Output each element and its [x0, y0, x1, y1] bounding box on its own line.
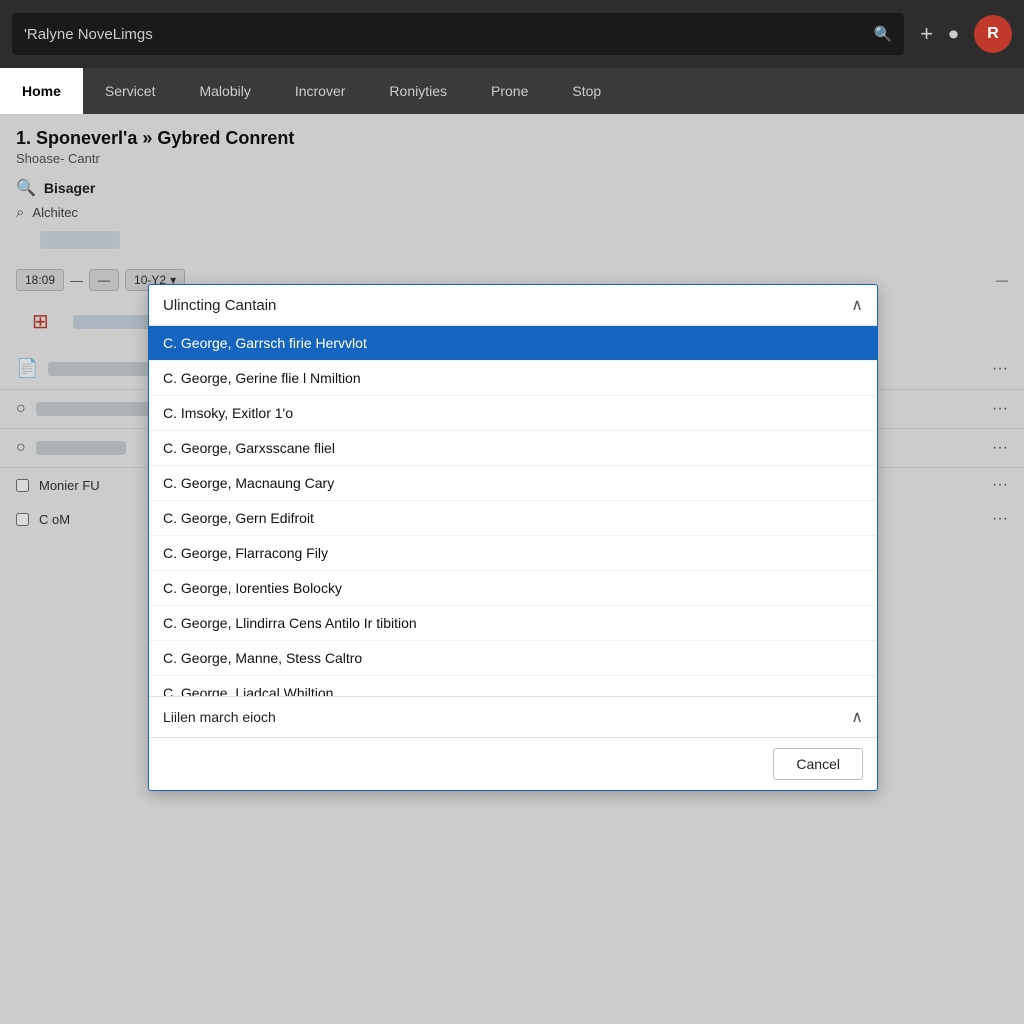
dropdown-footer: Liilen march eioch ∧ [149, 696, 877, 737]
search-box-text: 'Ralyne NoveLimgs [24, 26, 153, 43]
dropdown-item-8[interactable]: C. George, Manne, Stess Caltro [149, 641, 877, 676]
nav-roniyties[interactable]: Roniyties [367, 68, 469, 114]
nav-prone[interactable]: Prone [469, 68, 550, 114]
modal-actions: Cancel [149, 737, 877, 790]
main-content: 1. Sponeverl'a » Gybred Conrent Shoase- … [0, 114, 1024, 1024]
dropdown-item-3[interactable]: C. George, Macnaung Cary [149, 466, 877, 501]
nav-home[interactable]: Home [0, 68, 83, 114]
nav-bar: Home Servicet Malobily Incrover Roniytie… [0, 68, 1024, 114]
dropdown-modal: Ulincting Cantain ∧ C. George, Garrsch f… [148, 284, 878, 791]
dropdown-item-6[interactable]: C. George, Iorenties Bolocky [149, 571, 877, 606]
dropdown-item-4[interactable]: C. George, Gern Edifroit [149, 501, 877, 536]
dropdown-header: Ulincting Cantain ∧ [149, 285, 877, 326]
dropdown-list[interactable]: C. George, Garrsch firie Hervvlot C. Geo… [149, 326, 877, 696]
top-actions: + ⏺ R [920, 15, 1012, 53]
dropdown-header-text: Ulincting Cantain [163, 297, 276, 314]
footer-text: Liilen march eioch [163, 709, 276, 725]
dropdown-item-9[interactable]: C. George, Liadcal Whiltion [149, 676, 877, 696]
search-icon-top[interactable]: 🔍 [873, 25, 892, 43]
dropdown-item-1[interactable]: C. Imsoky, Exitlor 1'o [149, 396, 877, 431]
avatar[interactable]: R [974, 15, 1012, 53]
nav-incrover[interactable]: Incrover [273, 68, 368, 114]
dropdown-item-2[interactable]: C. George, Garxsscane fliel [149, 431, 877, 466]
top-bar: 'Ralyne NoveLimgs 🔍 + ⏺ R [0, 0, 1024, 68]
search-box[interactable]: 'Ralyne NoveLimgs 🔍 [12, 13, 904, 55]
dropdown-item-7[interactable]: C. George, Llindirra Cens Antilo Ir tibi… [149, 606, 877, 641]
nav-malobily[interactable]: Malobily [177, 68, 272, 114]
dropdown-header-chevron[interactable]: ∧ [851, 295, 863, 315]
nav-servicet[interactable]: Servicet [83, 68, 178, 114]
dropdown-item-selected[interactable]: C. George, Garrsch firie Hervvlot [149, 326, 877, 361]
add-button[interactable]: + [920, 21, 933, 47]
record-button[interactable]: ⏺ [949, 24, 958, 45]
nav-stop[interactable]: Stop [550, 68, 623, 114]
dropdown-item-0[interactable]: C. George, Gerine flie l Nmiltion [149, 361, 877, 396]
cancel-button[interactable]: Cancel [773, 748, 863, 780]
dropdown-item-5[interactable]: C. George, Flarracong Fily [149, 536, 877, 571]
footer-chevron[interactable]: ∧ [851, 707, 863, 727]
